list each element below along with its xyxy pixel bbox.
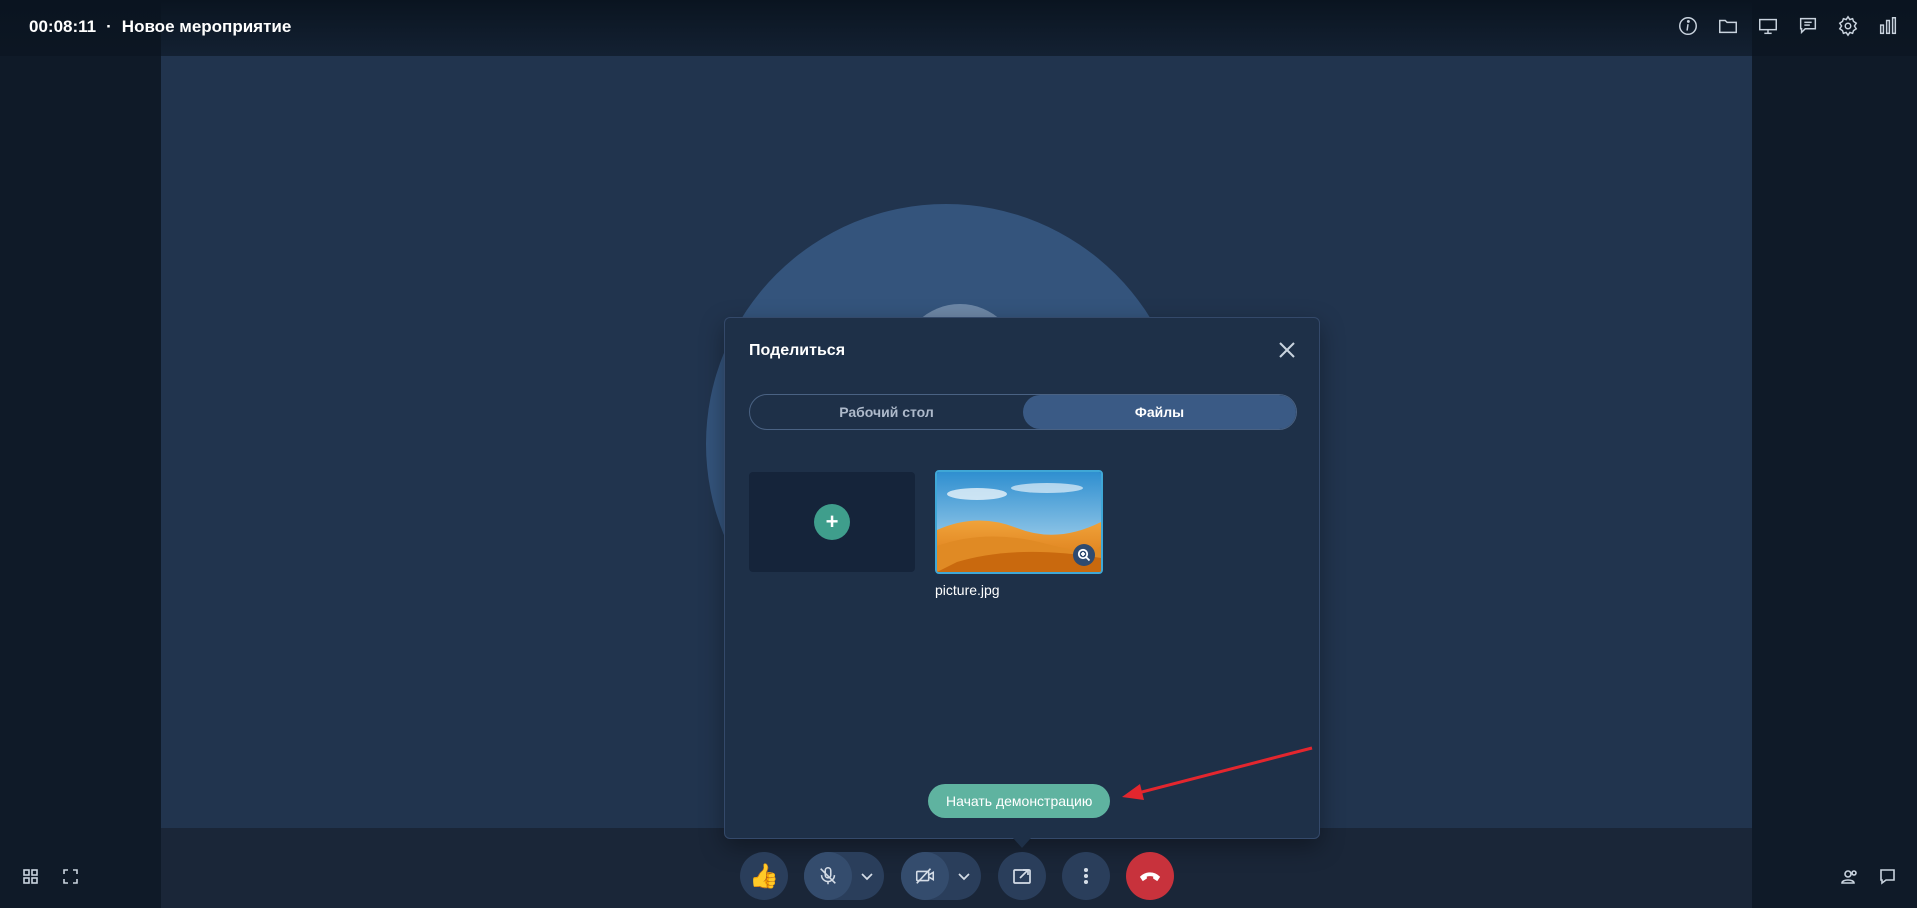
end-call-button[interactable] xyxy=(1126,852,1174,900)
start-demo-button[interactable]: Начать демонстрацию xyxy=(928,784,1111,818)
thumbs-up-icon: 👍 xyxy=(749,862,779,890)
microphone-control[interactable] xyxy=(804,852,884,900)
participants-icon[interactable] xyxy=(1839,866,1859,886)
more-icon xyxy=(1083,867,1089,885)
folder-icon[interactable] xyxy=(1715,13,1741,39)
camera-control[interactable] xyxy=(901,852,981,900)
file-thumbnail[interactable] xyxy=(935,470,1103,574)
call-timer: 00:08:11 xyxy=(29,17,97,36)
call-controls: 👍 xyxy=(0,852,1917,900)
camera-off-icon[interactable] xyxy=(901,852,949,900)
more-button[interactable] xyxy=(1062,852,1110,900)
share-tabs: Рабочий стол Файлы xyxy=(749,394,1297,430)
chat-icon[interactable] xyxy=(1795,13,1821,39)
meeting-header: 00:08:11 · Новое мероприятие xyxy=(29,17,291,37)
presentation-icon[interactable] xyxy=(1755,13,1781,39)
hang-up-icon xyxy=(1139,872,1161,882)
layout-controls xyxy=(20,866,80,886)
side-controls xyxy=(1839,866,1897,886)
top-toolbar xyxy=(1675,13,1901,39)
info-icon[interactable] xyxy=(1675,13,1701,39)
grid-layout-icon[interactable] xyxy=(20,866,40,886)
event-title: Новое мероприятие xyxy=(121,17,292,36)
chevron-down-icon[interactable] xyxy=(949,869,979,883)
share-dialog: Поделиться Рабочий стол Файлы + picture.… xyxy=(724,317,1320,839)
dialog-pointer xyxy=(1013,838,1031,848)
dialog-title: Поделиться xyxy=(749,342,846,359)
file-name: picture.jpg xyxy=(935,582,1000,598)
header-separator: · xyxy=(106,17,112,36)
reaction-button[interactable]: 👍 xyxy=(740,852,788,900)
share-screen-icon xyxy=(1013,869,1031,884)
fullscreen-icon[interactable] xyxy=(60,866,80,886)
zoom-icon[interactable] xyxy=(1073,544,1095,566)
plus-icon[interactable]: + xyxy=(814,504,850,540)
share-screen-button[interactable] xyxy=(998,852,1046,900)
gear-icon[interactable] xyxy=(1835,13,1861,39)
add-file-tile[interactable]: + xyxy=(749,472,915,572)
top-bar: 00:08:11 · Новое мероприятие xyxy=(0,0,1917,56)
chat-icon[interactable] xyxy=(1877,866,1897,886)
stats-icon[interactable] xyxy=(1875,13,1901,39)
chevron-down-icon[interactable] xyxy=(852,869,882,883)
tab-desktop[interactable]: Рабочий стол xyxy=(750,395,1023,429)
mic-off-icon[interactable] xyxy=(804,852,852,900)
close-icon[interactable] xyxy=(1275,338,1299,362)
tab-files[interactable]: Файлы xyxy=(1023,395,1296,429)
